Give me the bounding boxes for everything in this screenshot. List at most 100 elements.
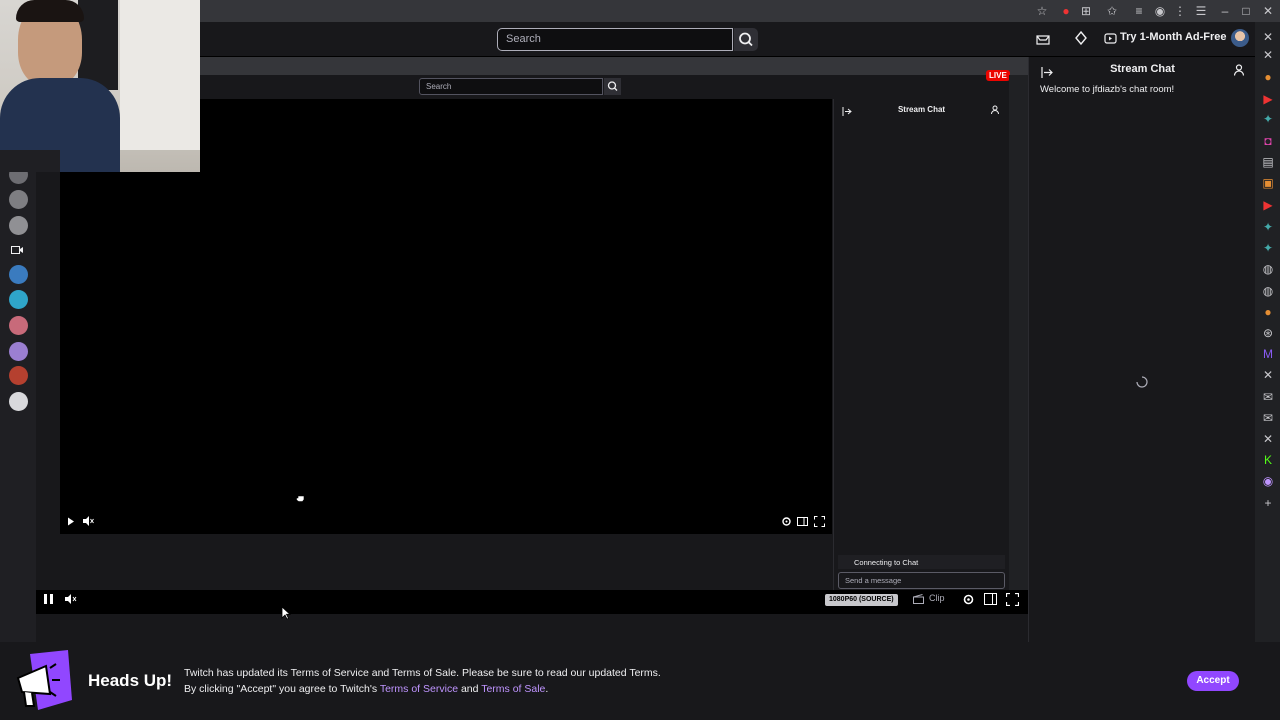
video-icon[interactable]	[11, 245, 23, 255]
document-icon[interactable]: ▤	[1261, 155, 1275, 169]
chatgpt-icon[interactable]: ⊛	[1261, 326, 1275, 340]
search-icon	[607, 81, 618, 91]
x-icon[interactable]: ✕	[1261, 432, 1275, 446]
inner-chat-input[interactable]: Send a message	[838, 572, 1005, 589]
quality-badge[interactable]: 1080P60 (SOURCE)	[825, 594, 898, 606]
theatre-mode-icon[interactable]	[984, 593, 997, 605]
settings-icon[interactable]	[962, 593, 975, 606]
globe-icon[interactable]: ◍	[1261, 284, 1275, 298]
banner-title: Heads Up!	[88, 671, 173, 690]
close-icon[interactable]: ✕	[1261, 30, 1275, 44]
rss-icon[interactable]: ▣	[1261, 176, 1275, 190]
community-icon[interactable]	[1234, 64, 1246, 76]
clip-icon	[913, 594, 924, 604]
inner-chat-panel: Stream Chat Connecting to Chat Send a me…	[833, 99, 1008, 591]
minimize-icon[interactable]: –	[1218, 4, 1232, 18]
user-avatar[interactable]	[1231, 29, 1249, 47]
channel-avatar[interactable]	[9, 290, 28, 309]
gemini-icon[interactable]: ✦	[1261, 112, 1275, 126]
accept-button[interactable]: Accept	[1187, 671, 1239, 691]
channel-avatar[interactable]	[9, 366, 28, 385]
channel-avatar[interactable]	[9, 316, 28, 335]
inner-chat-title: Stream Chat	[897, 105, 946, 114]
channel-avatar[interactable]	[9, 265, 28, 284]
browser-sidebar: ✕ ✕ ● ▶ ✦ ◘ ▤ ▣ ▶ ✦ ✦ ◍ ◍ ● ⊛ M ✕ ✉ ✉ ✕ …	[1255, 22, 1280, 642]
channel-avatar[interactable]	[9, 392, 28, 411]
settings-icon[interactable]	[781, 516, 792, 527]
agreement-prefix: By clicking "Accept" you agree to Twitch…	[184, 683, 380, 695]
chat-welcome-message: Welcome to jfdiazb's chat room!	[1040, 84, 1175, 95]
reader-icon[interactable]: ☰	[1194, 4, 1208, 18]
agreement-and: and	[458, 683, 482, 695]
extension-icon[interactable]: ●	[1261, 70, 1275, 84]
twitch-icon[interactable]: ◉	[1261, 474, 1275, 488]
close-icon[interactable]: ✕	[1261, 4, 1275, 18]
loading-spinner-icon	[1136, 376, 1148, 388]
connecting-label: Connecting to Chat	[854, 558, 919, 567]
inbox-icon[interactable]	[1036, 33, 1050, 45]
extension-badge-icon[interactable]: ●	[1059, 4, 1073, 18]
channel-avatar[interactable]	[9, 342, 28, 361]
theatre-mode-icon[interactable]	[797, 516, 808, 527]
bookmark-star-icon[interactable]: ☆	[1035, 4, 1049, 18]
pause-icon[interactable]	[44, 594, 53, 604]
inner-below-player	[60, 534, 832, 590]
kick-icon[interactable]: K	[1261, 453, 1275, 467]
terms-banner: Heads Up! Twitch has updated its Terms o…	[0, 642, 1280, 720]
webcam-overlay	[0, 0, 200, 172]
puzzle-icon[interactable]: ⊞	[1079, 4, 1093, 18]
agreement-period: .	[545, 683, 549, 695]
terms-of-service-link[interactable]: Terms of Service	[380, 683, 458, 695]
gemini-icon[interactable]: ✦	[1261, 241, 1275, 255]
channel-avatar[interactable]	[9, 216, 28, 235]
webcam-sidebar-overlap	[0, 150, 60, 172]
mute-icon[interactable]	[65, 594, 77, 604]
terms-of-sale-link[interactable]: Terms of Sale	[481, 683, 545, 695]
chat-panel: Stream Chat Welcome to jfdiazb's chat ro…	[1028, 57, 1255, 642]
mail-icon[interactable]: ✉	[1261, 411, 1275, 425]
chat-title: Stream Chat	[1110, 63, 1175, 75]
webcam-chair	[78, 0, 118, 90]
mute-icon[interactable]	[83, 516, 94, 526]
maximize-icon[interactable]: □	[1239, 4, 1253, 18]
profile-icon[interactable]: ◉	[1153, 4, 1167, 18]
search-button[interactable]	[734, 28, 758, 51]
inner-extension-strip	[1009, 75, 1028, 591]
youtube-icon[interactable]: ▶	[1261, 198, 1275, 212]
globe-icon[interactable]: ◍	[1261, 262, 1275, 276]
webcam-background	[120, 0, 200, 150]
x-icon[interactable]: ✕	[1261, 368, 1275, 382]
search-input[interactable]: Search	[497, 28, 733, 51]
search-icon	[739, 32, 753, 47]
inner-search-button[interactable]	[604, 78, 621, 95]
banner-agreement: By clicking "Accept" you agree to Twitch…	[184, 683, 548, 695]
extension-icon[interactable]: ●	[1261, 305, 1275, 319]
playlist-icon[interactable]: ≡	[1132, 4, 1146, 18]
bits-icon[interactable]	[1074, 31, 1088, 45]
youtube-icon[interactable]: ▶	[1261, 92, 1275, 106]
fullscreen-icon[interactable]	[814, 516, 825, 527]
gmail-icon[interactable]: M	[1261, 347, 1275, 361]
favorites-icon[interactable]: ✩	[1105, 4, 1119, 18]
megaphone-icon	[16, 650, 72, 710]
try-adfree-button[interactable]: Try 1-Month Ad-Free	[1120, 31, 1227, 43]
webcam-hair	[16, 0, 84, 22]
inner-search-input[interactable]: Search	[419, 78, 603, 95]
mouse-cursor-icon	[281, 606, 291, 620]
gemini-icon[interactable]: ✦	[1261, 220, 1275, 234]
prime-icon	[1104, 33, 1117, 44]
play-icon[interactable]	[67, 517, 75, 526]
close-icon[interactable]: ✕	[1261, 48, 1275, 62]
community-icon[interactable]	[991, 105, 1001, 115]
clip-button[interactable]: Clip	[929, 593, 945, 603]
instagram-icon[interactable]: ◘	[1261, 134, 1275, 148]
channel-avatar[interactable]	[9, 190, 28, 209]
hand-cursor-icon	[296, 492, 305, 502]
menu-icon[interactable]: ⋮	[1173, 4, 1187, 18]
mail-icon[interactable]: ✉	[1261, 390, 1275, 404]
add-icon[interactable]: +	[1261, 496, 1275, 510]
inner-browser-toolbar	[200, 57, 1028, 75]
connecting-status: Connecting to Chat	[838, 555, 1005, 569]
live-badge: LIVE	[986, 70, 1010, 81]
fullscreen-icon[interactable]	[1006, 593, 1019, 606]
